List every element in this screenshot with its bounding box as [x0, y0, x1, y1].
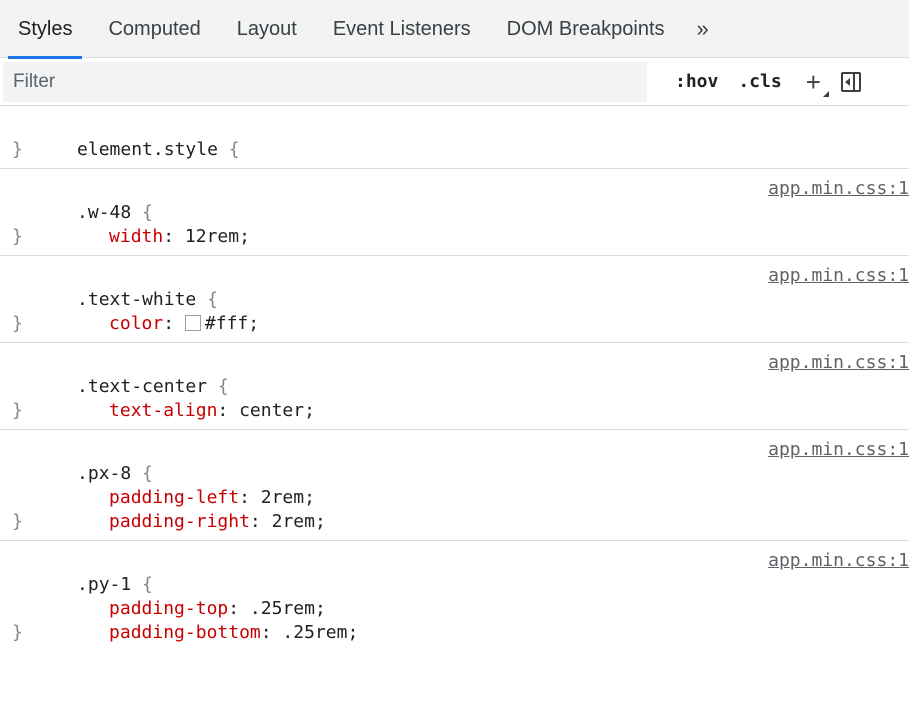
styles-pane: element.style { } app.min.css:1 .w-48 { …	[0, 106, 909, 651]
tab-styles[interactable]: Styles	[0, 0, 90, 59]
property-name[interactable]: padding-bottom	[109, 622, 261, 643]
close-brace: }	[12, 622, 23, 643]
rule-selector[interactable]: element.style	[77, 139, 218, 160]
rule-py-1: app.min.css:1 .py-1 { padding-top: .25re…	[0, 541, 909, 651]
cls-toggle-button[interactable]: .cls	[738, 71, 781, 92]
close-brace: }	[12, 226, 23, 247]
rule-element-style: element.style { }	[0, 106, 909, 169]
open-brace: {	[217, 139, 240, 160]
source-link[interactable]: app.min.css:1	[768, 549, 909, 573]
toggle-sidebar-icon[interactable]	[840, 71, 861, 92]
dropdown-corner-icon	[822, 90, 829, 97]
tab-dom-breakpoints[interactable]: DOM Breakpoints	[489, 0, 683, 58]
property-value[interactable]: #fff;	[205, 313, 259, 334]
property-name[interactable]: text-align	[109, 400, 217, 421]
property-name[interactable]: padding-top	[109, 598, 228, 619]
rule-selector[interactable]: .text-white	[77, 289, 196, 310]
property-value[interactable]: .25rem;	[272, 622, 358, 643]
property-name[interactable]: color	[109, 313, 163, 334]
rule-w-48: app.min.css:1 .w-48 { width: 12rem; }	[0, 169, 909, 256]
tab-computed[interactable]: Computed	[90, 0, 218, 58]
source-link[interactable]: app.min.css:1	[768, 177, 909, 201]
rule-selector[interactable]: .py-1	[77, 574, 131, 595]
close-brace: }	[12, 511, 23, 532]
source-link[interactable]: app.min.css:1	[768, 438, 909, 462]
sidebar-tabs: Styles Computed Layout Event Listeners D…	[0, 0, 909, 59]
rule-selector[interactable]: .px-8	[77, 463, 131, 484]
color-swatch-icon[interactable]	[184, 315, 201, 331]
close-brace: }	[12, 313, 23, 334]
open-brace: {	[207, 376, 229, 397]
property-name[interactable]: padding-left	[109, 487, 239, 508]
open-brace: {	[131, 202, 153, 223]
tab-layout[interactable]: Layout	[219, 0, 315, 58]
property-value[interactable]: 2rem;	[261, 511, 326, 532]
styles-toolbar: :hov .cls +	[0, 58, 909, 106]
property-value[interactable]: .25rem;	[239, 598, 326, 619]
rule-selector[interactable]: .text-center	[77, 376, 207, 397]
open-brace: {	[196, 289, 218, 310]
property-value[interactable]: center;	[228, 400, 315, 421]
property-name[interactable]: padding-right	[109, 511, 250, 532]
tab-event-listeners[interactable]: Event Listeners	[315, 0, 489, 58]
close-brace: }	[12, 400, 23, 421]
rule-selector[interactable]: .w-48	[77, 202, 131, 223]
more-tabs-button[interactable]: »	[683, 0, 723, 58]
hov-toggle-button[interactable]: :hov	[675, 71, 718, 92]
plus-icon: +	[805, 66, 821, 97]
source-link[interactable]: app.min.css:1	[768, 351, 909, 375]
close-brace: }	[12, 139, 23, 160]
filter-input[interactable]	[3, 61, 647, 102]
open-brace: {	[131, 463, 153, 484]
source-link[interactable]: app.min.css:1	[768, 264, 909, 288]
property-value[interactable]: 12rem;	[174, 226, 250, 247]
property-value[interactable]: 2rem;	[250, 487, 315, 508]
open-brace: {	[131, 574, 153, 595]
property-name[interactable]: width	[109, 226, 163, 247]
rule-text-white: app.min.css:1 .text-white { color: #fff;…	[0, 256, 909, 343]
rule-px-8: app.min.css:1 .px-8 { padding-left: 2rem…	[0, 430, 909, 541]
new-style-rule-button[interactable]: +	[805, 66, 829, 97]
rule-text-center: app.min.css:1 .text-center { text-align:…	[0, 343, 909, 430]
